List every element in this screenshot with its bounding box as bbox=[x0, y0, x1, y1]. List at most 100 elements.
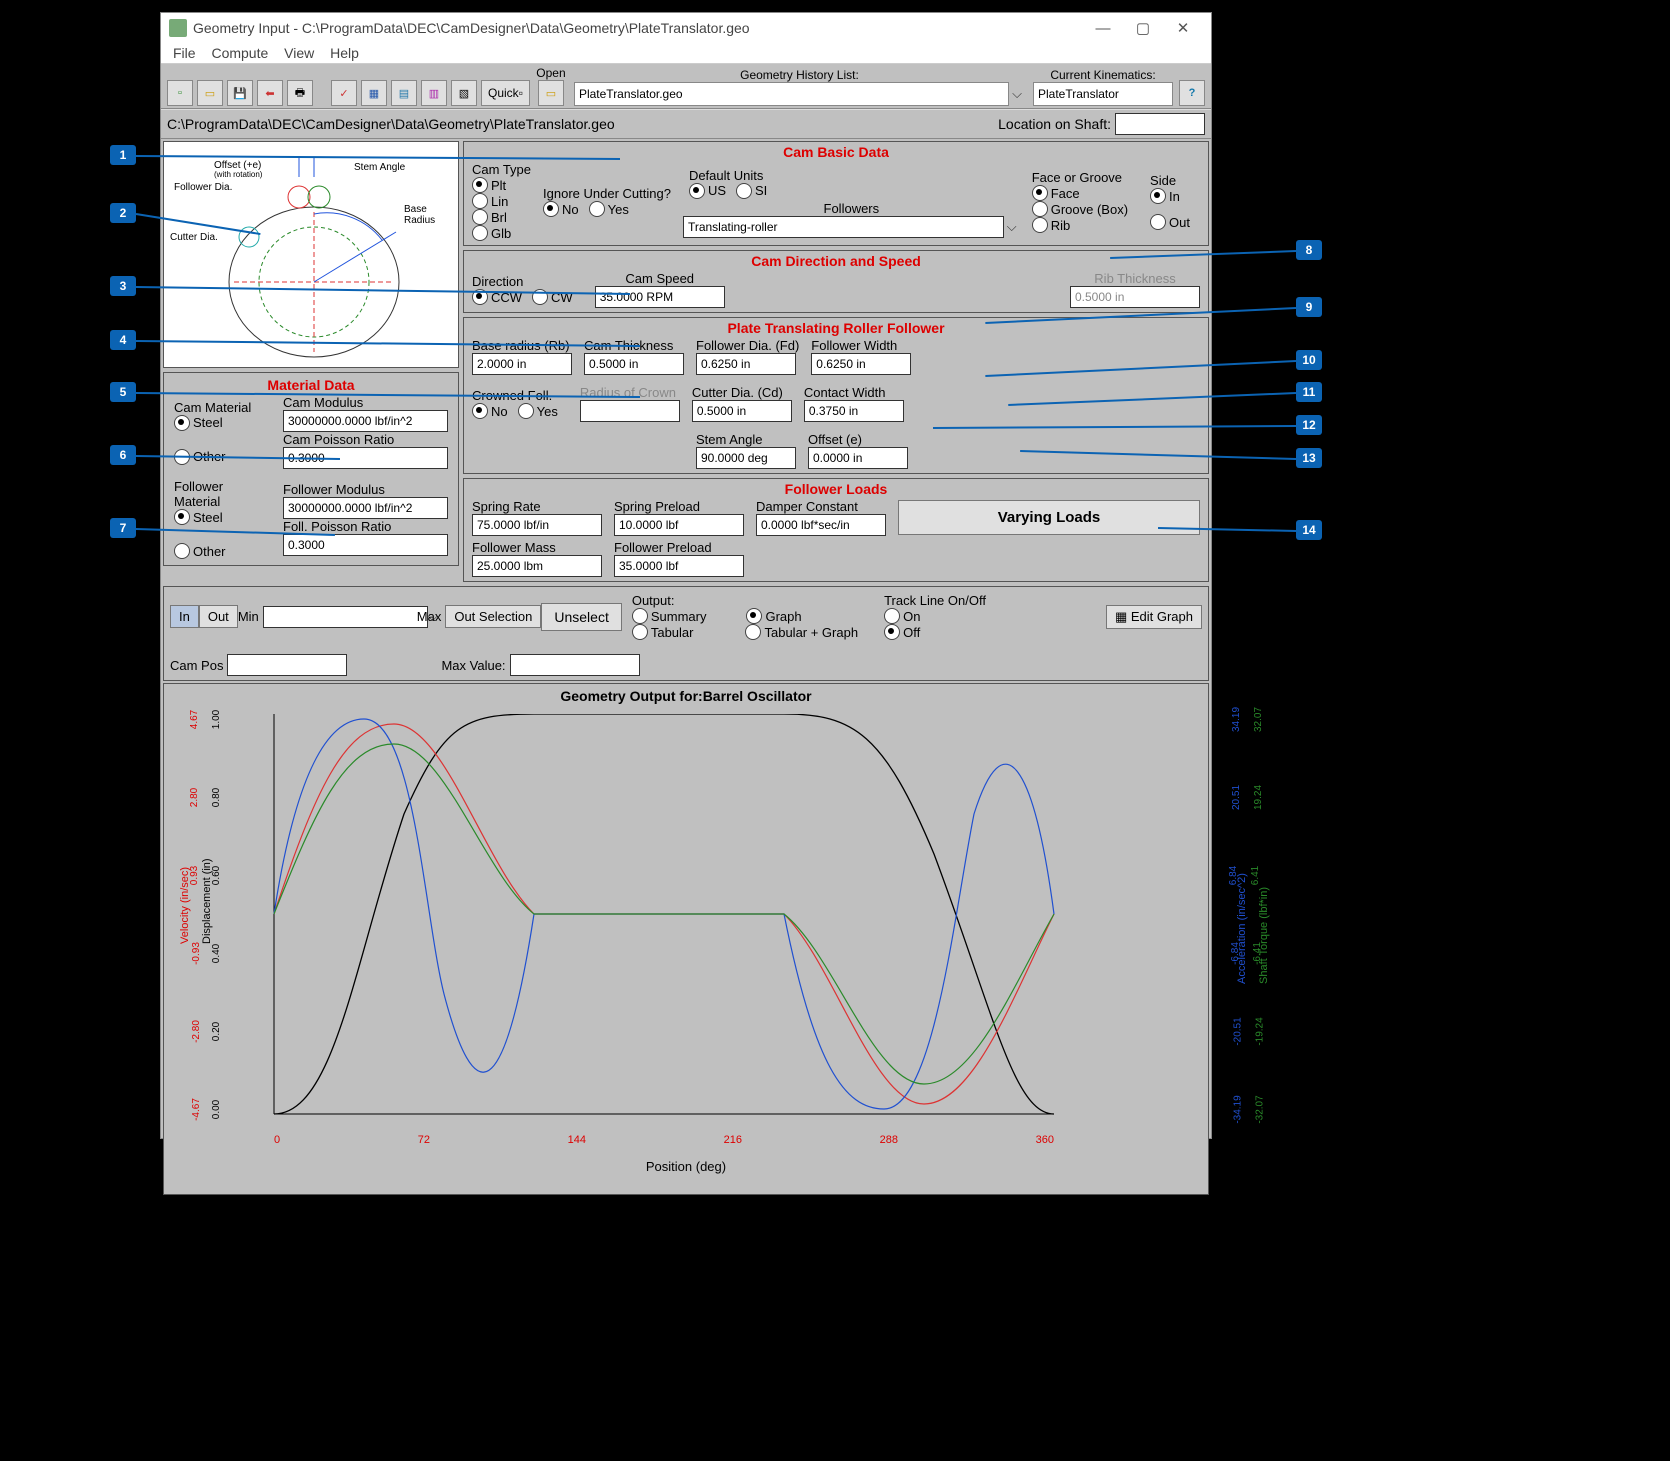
axis-tick: -6.84 bbox=[1230, 942, 1241, 965]
open-folder-icon[interactable]: ▭ bbox=[538, 80, 564, 106]
kinematics-field[interactable] bbox=[1033, 82, 1173, 106]
grid3-icon[interactable]: ▥ bbox=[421, 80, 447, 106]
stem-angle-input[interactable] bbox=[696, 447, 796, 469]
followers-combo[interactable] bbox=[683, 216, 1004, 238]
radio-in[interactable]: In bbox=[1150, 188, 1190, 204]
follower-material-label: Follower Material bbox=[174, 479, 271, 509]
radio-groove[interactable]: Groove (Box) bbox=[1032, 201, 1128, 217]
damper-input[interactable] bbox=[756, 514, 886, 536]
follower-mass-input[interactable] bbox=[472, 555, 602, 577]
output-label: Output: bbox=[632, 593, 868, 608]
follower-modulus-input[interactable] bbox=[283, 497, 448, 519]
spring-preload-input[interactable] bbox=[614, 514, 744, 536]
radio-si[interactable]: SI bbox=[736, 183, 767, 199]
print-icon[interactable]: 🖶 bbox=[287, 80, 313, 106]
radio-other-foll[interactable]: Other bbox=[174, 543, 261, 559]
radio-brl[interactable]: Brl bbox=[472, 209, 521, 225]
quick-button[interactable]: Quick ▫ bbox=[481, 80, 530, 106]
maximize-button[interactable]: ▢ bbox=[1123, 16, 1163, 40]
axis-tick: 32.07 bbox=[1253, 707, 1264, 732]
follower-dia-input[interactable] bbox=[696, 353, 796, 375]
save-icon[interactable]: 💾 bbox=[227, 80, 253, 106]
back-icon[interactable]: ⬅ bbox=[257, 80, 283, 106]
grid4-icon[interactable]: ▧ bbox=[451, 80, 477, 106]
radio-plt[interactable]: Plt bbox=[472, 177, 521, 193]
radio-crowned-yes[interactable]: Yes bbox=[518, 403, 558, 419]
out-button[interactable]: Out bbox=[199, 605, 238, 628]
open-icon[interactable]: ▭ bbox=[197, 80, 223, 106]
axis-tick: 20.51 bbox=[1231, 785, 1242, 810]
y-axis-label: Shaft Torque (lbf*in) bbox=[1258, 887, 1270, 984]
radio-face[interactable]: Face bbox=[1032, 185, 1128, 201]
close-button[interactable]: ✕ bbox=[1163, 16, 1203, 40]
axis-tick: 288 bbox=[880, 1134, 898, 1146]
radio-tabular-graph[interactable]: Tabular + Graph bbox=[745, 624, 858, 640]
direction-label: Direction bbox=[472, 274, 583, 289]
radio-out[interactable]: Out bbox=[1150, 214, 1190, 230]
cam-diagram: Offset (+e) (with rotation) Follower Dia… bbox=[163, 141, 459, 368]
spring-preload-label: Spring Preload bbox=[614, 499, 744, 514]
base-radius-input[interactable] bbox=[472, 353, 572, 375]
radio-tabular[interactable]: Tabular bbox=[632, 624, 694, 640]
cam-thickness-input[interactable] bbox=[584, 353, 684, 375]
follower-preload-input[interactable] bbox=[614, 555, 744, 577]
menu-file[interactable]: File bbox=[169, 43, 200, 63]
radio-steel-cam[interactable]: Steel bbox=[174, 415, 261, 431]
menu-compute[interactable]: Compute bbox=[207, 43, 272, 63]
radio-glb[interactable]: Glb bbox=[472, 225, 521, 241]
open-label: Open bbox=[536, 66, 565, 80]
plate-title: Plate Translating Roller Follower bbox=[466, 320, 1206, 336]
grid2-icon[interactable]: ▤ bbox=[391, 80, 417, 106]
chevron-down-icon[interactable]: ⌵ bbox=[1004, 219, 1020, 235]
radio-track-on[interactable]: On bbox=[884, 608, 976, 624]
minimize-button[interactable]: — bbox=[1083, 16, 1123, 40]
radio-uc-no[interactable]: No bbox=[543, 201, 579, 217]
grid1-icon[interactable]: ▦ bbox=[361, 80, 387, 106]
min-combo[interactable] bbox=[263, 606, 428, 628]
damper-label: Damper Constant bbox=[756, 499, 886, 514]
varying-loads-button[interactable]: Varying Loads bbox=[898, 500, 1200, 535]
cam-modulus-input[interactable] bbox=[283, 410, 448, 432]
out-selection-button[interactable]: Out Selection bbox=[445, 605, 541, 628]
in-button[interactable]: In bbox=[170, 605, 199, 628]
titlebar: Geometry Input - C:\ProgramData\DEC\CamD… bbox=[161, 13, 1211, 43]
radio-us[interactable]: US bbox=[689, 183, 726, 199]
campos-input[interactable] bbox=[227, 654, 347, 676]
under-cutting-label: Ignore Under Cutting? bbox=[543, 186, 671, 201]
chevron-down-icon[interactable]: ⌵ bbox=[1009, 86, 1025, 102]
maxvalue-input[interactable] bbox=[510, 654, 640, 676]
track-line-label: Track Line On/Off bbox=[884, 593, 986, 608]
diagram-base-radius-label: Base Radius bbox=[404, 204, 435, 226]
menu-view[interactable]: View bbox=[280, 43, 318, 63]
radio-steel-foll[interactable]: Steel bbox=[174, 509, 261, 525]
offset-input[interactable] bbox=[808, 447, 908, 469]
location-input[interactable] bbox=[1115, 113, 1205, 135]
radio-lin[interactable]: Lin bbox=[472, 193, 521, 209]
cam-speed-input[interactable] bbox=[595, 286, 725, 308]
radio-uc-yes[interactable]: Yes bbox=[589, 201, 629, 217]
check-icon[interactable]: ✓ bbox=[331, 80, 357, 106]
axis-tick: 144 bbox=[568, 1134, 586, 1146]
cutter-dia-input[interactable] bbox=[692, 400, 792, 422]
min-label: Min bbox=[238, 609, 259, 624]
unselect-button[interactable]: Unselect bbox=[541, 603, 621, 631]
follower-width-input[interactable] bbox=[811, 353, 911, 375]
callout-9: 9 bbox=[1296, 297, 1322, 317]
axis-tick: 6.84 bbox=[1228, 866, 1239, 885]
spring-rate-input[interactable] bbox=[472, 514, 602, 536]
follower-poisson-input[interactable] bbox=[283, 534, 448, 556]
radio-track-off[interactable]: Off bbox=[884, 624, 976, 640]
history-combo[interactable] bbox=[574, 82, 1009, 106]
new-icon[interactable]: ▫ bbox=[167, 80, 193, 106]
maxvalue-label: Max Value: bbox=[441, 658, 505, 673]
help-button[interactable]: ? bbox=[1179, 80, 1205, 106]
radio-graph[interactable]: Graph bbox=[746, 608, 801, 624]
contact-width-input[interactable] bbox=[804, 400, 904, 422]
radio-crowned-no[interactable]: No bbox=[472, 403, 508, 419]
cam-material-label: Cam Material bbox=[174, 400, 271, 415]
menu-help[interactable]: Help bbox=[326, 43, 363, 63]
radio-summary[interactable]: Summary bbox=[632, 608, 707, 624]
edit-graph-button[interactable]: ▦ Edit Graph bbox=[1106, 605, 1202, 629]
axis-tick: 1.00 bbox=[211, 710, 222, 729]
radio-rib[interactable]: Rib bbox=[1032, 217, 1128, 233]
